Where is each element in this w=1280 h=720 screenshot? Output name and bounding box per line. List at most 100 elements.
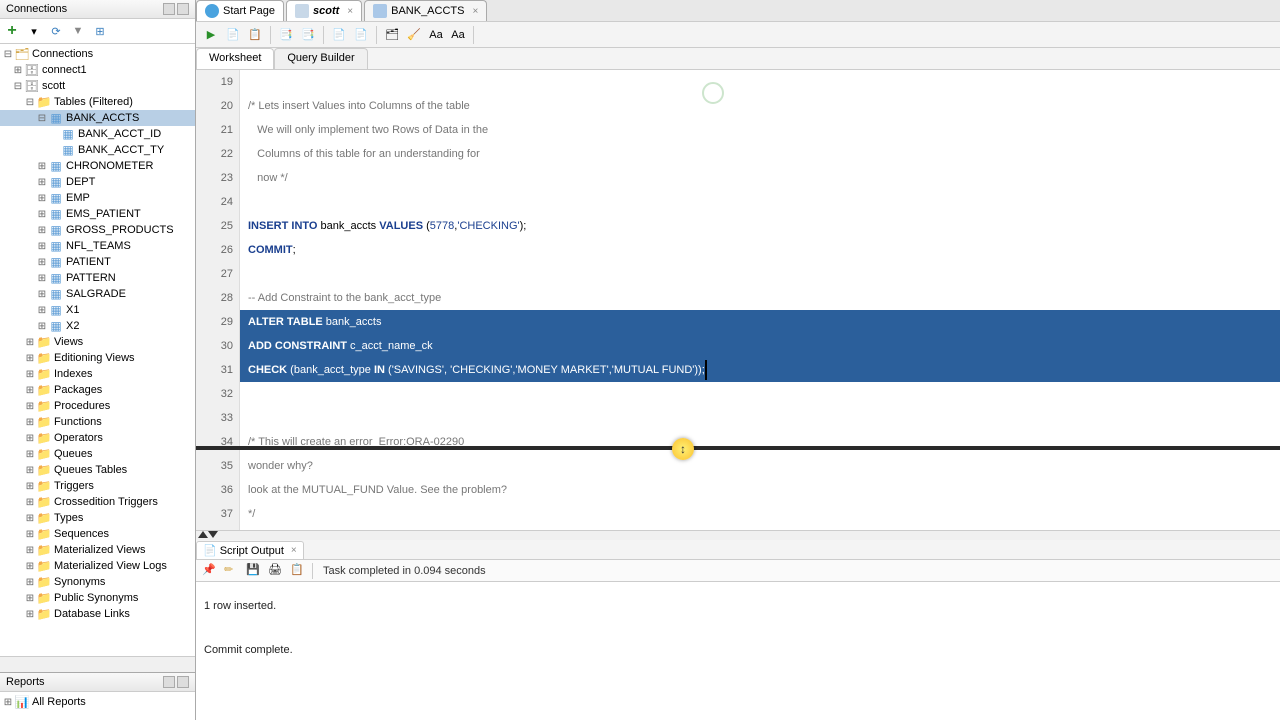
tree-folder-item[interactable]: ⊞📁Queues	[0, 446, 195, 462]
code-line[interactable]: CHECK (bank_acct_type IN ('SAVINGS', 'CH…	[240, 358, 1280, 382]
close-icon[interactable]: ×	[472, 6, 478, 17]
expand-toggle[interactable]: ⊞	[36, 241, 48, 252]
tab-bank-accts[interactable]: BANK_ACCTS×	[364, 0, 487, 21]
buffer-icon[interactable]: 📋	[290, 563, 306, 579]
expand-toggle[interactable]: ⊟	[36, 113, 48, 124]
unshared-icon[interactable]: 📄	[352, 26, 370, 44]
minimize-icon[interactable]	[163, 676, 175, 688]
tree-folder-item[interactable]: ⊞📁Synonyms	[0, 574, 195, 590]
refresh-icon[interactable]: ⟳	[48, 23, 64, 39]
code-line[interactable]: wonder why?	[240, 454, 1280, 478]
tree-table-item[interactable]: ⊞▦PATTERN	[0, 270, 195, 286]
pin-icon[interactable]: 📌	[202, 563, 218, 579]
clear-icon[interactable]: 🧹	[405, 26, 423, 44]
tree-folder-item[interactable]: ⊞📁Crossedition Triggers	[0, 494, 195, 510]
expand-toggle[interactable]: ⊟	[12, 81, 24, 92]
tree-folder-item[interactable]: ⊞📁Editioning Views	[0, 350, 195, 366]
tree-folder-item[interactable]: ⊞📁Functions	[0, 414, 195, 430]
expand-toggle[interactable]: ⊞	[36, 289, 48, 300]
run-script-icon[interactable]: 📄	[224, 26, 242, 44]
scroll-down-icon[interactable]	[208, 531, 218, 538]
tree-tables[interactable]: Tables (Filtered)	[54, 96, 133, 108]
tree-folder-item[interactable]: ⊞📁Operators	[0, 430, 195, 446]
autotrace-icon[interactable]: 📑	[277, 26, 295, 44]
explain-icon[interactable]: 📋	[246, 26, 264, 44]
expand-icon[interactable]: ⊞	[92, 23, 108, 39]
expand-toggle[interactable]: ⊞	[24, 561, 36, 572]
save-icon[interactable]: 💾	[246, 563, 262, 579]
run-icon[interactable]: ▶	[202, 26, 220, 44]
expand-toggle[interactable]: ⊞	[36, 193, 48, 204]
code-line[interactable]: We will only implement two Rows of Data …	[240, 118, 1280, 142]
tab-start-page[interactable]: Start Page	[196, 0, 284, 21]
tree-root[interactable]: Connections	[32, 48, 93, 60]
connections-tree[interactable]: ⊟🗂Connections ⊞🗄connect1 ⊟🗄scott ⊟📁Table…	[0, 44, 195, 656]
expand-toggle[interactable]: ⊞	[36, 209, 48, 220]
code-line[interactable]: INSERT INTO bank_accts VALUES (5778,'CHE…	[240, 214, 1280, 238]
expand-toggle[interactable]: ⊞	[24, 593, 36, 604]
new-connection-icon[interactable]: +	[4, 23, 20, 39]
code-line[interactable]: ADD CONSTRAINT c_acct_name_ck	[240, 334, 1280, 358]
expand-toggle[interactable]: ⊟	[2, 49, 14, 60]
expand-toggle[interactable]: ⊞	[24, 385, 36, 396]
tab-query-builder[interactable]: Query Builder	[274, 48, 367, 69]
expand-toggle[interactable]: ⊞	[24, 337, 36, 348]
tree-table-item[interactable]: ⊞▦X1	[0, 302, 195, 318]
code-editor[interactable]: 19202122232425262728293031323334353637 /…	[196, 70, 1280, 530]
horizontal-scrollbar[interactable]	[0, 656, 195, 672]
tree-conn1[interactable]: connect1	[42, 64, 87, 76]
restore-icon[interactable]	[177, 676, 189, 688]
tree-folder-item[interactable]: ⊞📁Public Synonyms	[0, 590, 195, 606]
expand-toggle[interactable]: ⊞	[24, 401, 36, 412]
print-icon[interactable]: 🖨	[268, 563, 284, 579]
expand-toggle[interactable]: ⊞	[24, 529, 36, 540]
tree-folder-item[interactable]: ⊞📁Database Links	[0, 606, 195, 622]
code-line[interactable]	[240, 70, 1280, 94]
tab-worksheet[interactable]: Worksheet	[196, 48, 274, 69]
tree-bank-ty[interactable]: BANK_ACCT_TY	[78, 144, 164, 156]
restore-icon[interactable]	[177, 3, 189, 15]
expand-toggle[interactable]: ⊞	[24, 369, 36, 380]
code-line[interactable]	[240, 262, 1280, 286]
tree-folder-item[interactable]: ⊞📁Procedures	[0, 398, 195, 414]
code-line[interactable]: -- Add Constraint to the bank_acct_type	[240, 286, 1280, 310]
code-line[interactable]: COMMIT;	[240, 238, 1280, 262]
expand-toggle[interactable]: ⊞	[24, 417, 36, 428]
tree-folder-item[interactable]: ⊞📁Indexes	[0, 366, 195, 382]
tree-table-item[interactable]: ⊞▦EMP	[0, 190, 195, 206]
expand-toggle[interactable]: ⊞	[36, 305, 48, 316]
tree-folder-item[interactable]: ⊞📁Queues Tables	[0, 462, 195, 478]
tree-table-item[interactable]: ⊞▦SALGRADE	[0, 286, 195, 302]
expand-toggle[interactable]: ⊞	[12, 65, 24, 76]
tree-table-item[interactable]: ⊞▦CHRONOMETER	[0, 158, 195, 174]
output-body[interactable]: 1 row inserted. Commit complete.	[196, 582, 1280, 720]
tree-folder-item[interactable]: ⊞📁Materialized Views	[0, 542, 195, 558]
tab-script-output[interactable]: 📄Script Output×	[196, 541, 304, 559]
code-line[interactable]: now */	[240, 166, 1280, 190]
expand-toggle[interactable]: ⊞	[2, 697, 14, 708]
rollback-icon[interactable]: 📄	[330, 26, 348, 44]
minimize-icon[interactable]	[163, 3, 175, 15]
expand-toggle[interactable]: ⊞	[24, 465, 36, 476]
scroll-up-icon[interactable]	[198, 531, 208, 538]
expand-toggle[interactable]: ⊞	[24, 577, 36, 588]
code-line[interactable]	[240, 406, 1280, 430]
tree-folder-item[interactable]: ⊞📁Sequences	[0, 526, 195, 542]
tree-folder-item[interactable]: ⊞📁Materialized View Logs	[0, 558, 195, 574]
all-reports[interactable]: All Reports	[32, 696, 86, 708]
tree-bank-accts[interactable]: BANK_ACCTS	[66, 112, 139, 124]
tree-table-item[interactable]: ⊞▦NFL_TEAMS	[0, 238, 195, 254]
tree-folder-item[interactable]: ⊞📁Types	[0, 510, 195, 526]
dropdown-icon[interactable]: ▾	[26, 23, 42, 39]
code-line[interactable]: ALTER TABLE bank_accts	[240, 310, 1280, 334]
code-line[interactable]	[240, 190, 1280, 214]
clear-icon[interactable]: ✏	[224, 563, 240, 579]
expand-toggle[interactable]: ⊞	[24, 609, 36, 620]
expand-toggle[interactable]: ⊞	[36, 273, 48, 284]
tree-table-item[interactable]: ⊞▦PATIENT	[0, 254, 195, 270]
tree-table-item[interactable]: ⊞▦DEPT	[0, 174, 195, 190]
tree-folder-item[interactable]: ⊞📁Views	[0, 334, 195, 350]
expand-toggle[interactable]: ⊟	[24, 97, 36, 108]
expand-toggle[interactable]: ⊞	[24, 433, 36, 444]
expand-toggle[interactable]: ⊞	[24, 545, 36, 556]
